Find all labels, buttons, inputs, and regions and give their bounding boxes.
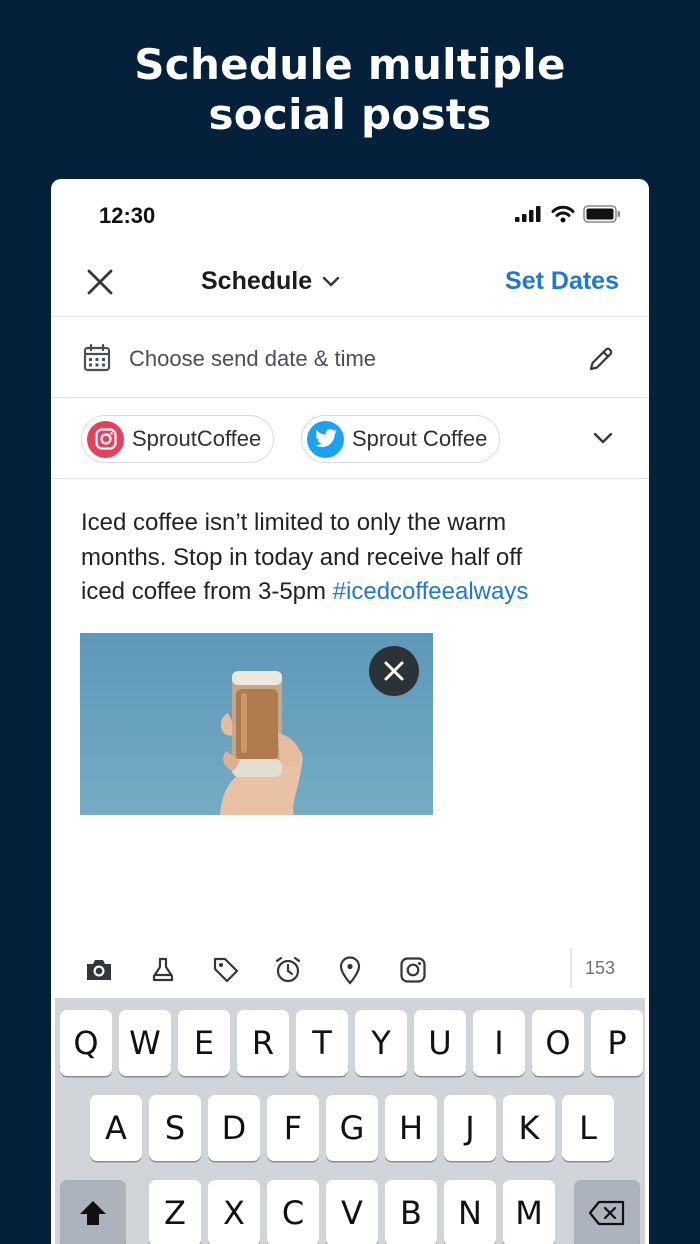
- close-icon: [384, 661, 404, 681]
- key-n[interactable]: N: [444, 1180, 496, 1244]
- on-screen-keyboard: Q W E R T Y U I O P A S D F G H J K L Z …: [55, 998, 645, 1244]
- instagram-icon: [94, 428, 117, 450]
- key-b[interactable]: B: [385, 1180, 437, 1244]
- key-l[interactable]: L: [562, 1095, 614, 1161]
- compose-toolbar: 153: [51, 944, 649, 996]
- keyboard-row-2: A S D F G H J K L: [55, 1095, 645, 1161]
- twitter-avatar: [307, 420, 344, 458]
- keyboard-row-1: Q W E R T Y U I O P: [55, 1010, 645, 1076]
- location-button[interactable]: [332, 952, 368, 988]
- compose-line-3: iced coffee from 3-5pm #icedcoffeealways: [81, 575, 611, 610]
- wifi-icon: [551, 205, 575, 223]
- key-v[interactable]: V: [326, 1180, 378, 1244]
- alarm-clock-icon: [275, 956, 301, 983]
- key-h[interactable]: H: [385, 1095, 437, 1161]
- camera-button[interactable]: [81, 952, 117, 988]
- camera-icon: [87, 960, 111, 980]
- status-time: 12:30: [99, 203, 156, 228]
- profiles-row: SproutCoffee Sprout Coffee: [51, 399, 649, 479]
- key-f[interactable]: F: [267, 1095, 319, 1161]
- headline: Schedule multiple social posts: [0, 40, 700, 140]
- phone-screen: 12:30 Schedule Set Dates Choose send dat…: [51, 179, 649, 1244]
- compose-line-3-text: iced coffee from 3-5pm: [81, 578, 333, 605]
- tag-icon: [213, 957, 239, 983]
- key-d[interactable]: D: [208, 1095, 260, 1161]
- instagram-icon: [400, 957, 426, 983]
- compose-text-area[interactable]: Iced coffee isn’t limited to only the wa…: [81, 506, 611, 610]
- key-y[interactable]: Y: [355, 1010, 407, 1076]
- close-button[interactable]: [85, 267, 115, 297]
- key-u[interactable]: U: [414, 1010, 466, 1076]
- key-z[interactable]: Z: [149, 1180, 201, 1244]
- status-icons: [515, 205, 621, 223]
- close-icon: [87, 269, 113, 295]
- key-m[interactable]: M: [503, 1180, 555, 1244]
- profile-name-twitter: Sprout Coffee: [352, 426, 488, 451]
- key-q[interactable]: Q: [60, 1010, 112, 1076]
- chevron-down-icon: [322, 276, 340, 286]
- remove-image-button[interactable]: [369, 646, 419, 696]
- schedule-dropdown[interactable]: Schedule: [201, 267, 361, 296]
- tag-button[interactable]: [208, 952, 244, 988]
- nav-title: Schedule: [201, 267, 313, 295]
- headline-line-2: social posts: [208, 90, 492, 139]
- location-pin-icon: [339, 956, 361, 985]
- lab-flask-icon: [152, 957, 174, 982]
- cellular-signal-icon: [515, 206, 541, 222]
- headline-line-1: Schedule multiple: [134, 40, 566, 89]
- toolbar-divider: [570, 948, 572, 988]
- key-a[interactable]: A: [90, 1095, 142, 1161]
- key-s[interactable]: S: [149, 1095, 201, 1161]
- key-i[interactable]: I: [473, 1010, 525, 1076]
- shift-arrow-icon: [80, 1201, 106, 1225]
- calendar-icon: [83, 344, 111, 372]
- key-c[interactable]: C: [267, 1180, 319, 1244]
- compose-line-2: months. Stop in today and receive half o…: [81, 543, 523, 571]
- backspace-icon: [588, 1200, 625, 1226]
- key-k[interactable]: K: [503, 1095, 555, 1161]
- attached-image[interactable]: [80, 633, 433, 815]
- chevron-down-icon[interactable]: [593, 431, 613, 445]
- set-dates-button[interactable]: Set Dates: [505, 267, 619, 296]
- instagram-avatar: [87, 420, 124, 458]
- profile-chip-instagram[interactable]: SproutCoffee: [81, 415, 275, 463]
- key-x[interactable]: X: [208, 1180, 260, 1244]
- hashtag: #icedcoffeealways: [332, 578, 529, 605]
- status-bar: 12:30: [51, 179, 649, 249]
- key-t[interactable]: T: [296, 1010, 348, 1076]
- navigation-bar: Schedule Set Dates: [51, 249, 649, 317]
- key-j[interactable]: J: [444, 1095, 496, 1161]
- key-e[interactable]: E: [178, 1010, 230, 1076]
- backspace-key[interactable]: [574, 1180, 640, 1244]
- twitter-bird-icon: [314, 429, 337, 448]
- compose-line-1: Iced coffee isn’t limited to only the wa…: [81, 509, 507, 536]
- alarm-button[interactable]: [270, 952, 306, 988]
- key-o[interactable]: O: [532, 1010, 584, 1076]
- key-r[interactable]: R: [237, 1010, 289, 1076]
- character-count: 153: [585, 958, 616, 978]
- key-w[interactable]: W: [119, 1010, 171, 1076]
- key-g[interactable]: G: [326, 1095, 378, 1161]
- send-date-row[interactable]: Choose send date & time: [51, 318, 649, 398]
- profile-name-instagram: SproutCoffee: [132, 426, 262, 451]
- key-p[interactable]: P: [591, 1010, 643, 1076]
- lab-button[interactable]: [145, 952, 181, 988]
- send-date-label: Choose send date & time: [129, 346, 377, 371]
- instagram-options-button[interactable]: [395, 952, 431, 988]
- keyboard-row-3: Z X C V B N M: [55, 1180, 645, 1244]
- pencil-icon[interactable]: [587, 345, 615, 373]
- battery-icon: [583, 205, 620, 223]
- shift-key[interactable]: [60, 1180, 126, 1244]
- profile-chip-twitter[interactable]: Sprout Coffee: [301, 415, 501, 463]
